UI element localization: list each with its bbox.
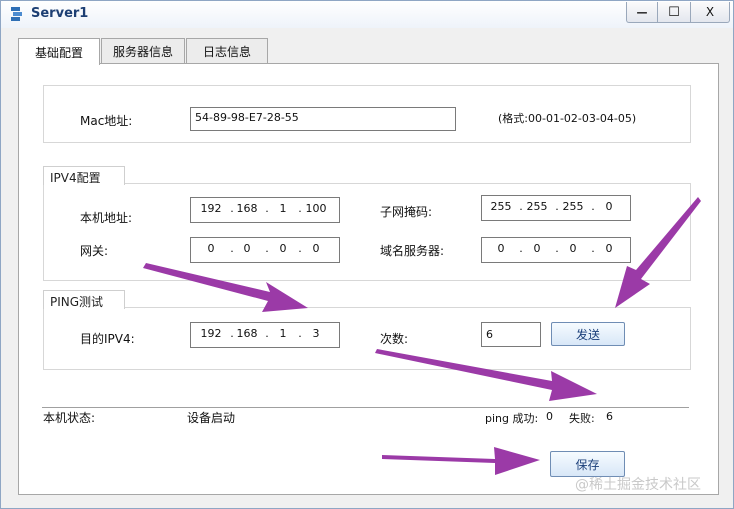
arrow-icon (375, 349, 597, 401)
annotation-arrows (143, 197, 701, 475)
tab-basic-config[interactable]: 基础配置 (18, 38, 100, 65)
arrow-icon (615, 197, 701, 308)
tab-label: 基础配置 (34, 45, 83, 60)
arrow-icon (143, 263, 308, 312)
arrow-icon (382, 447, 540, 475)
